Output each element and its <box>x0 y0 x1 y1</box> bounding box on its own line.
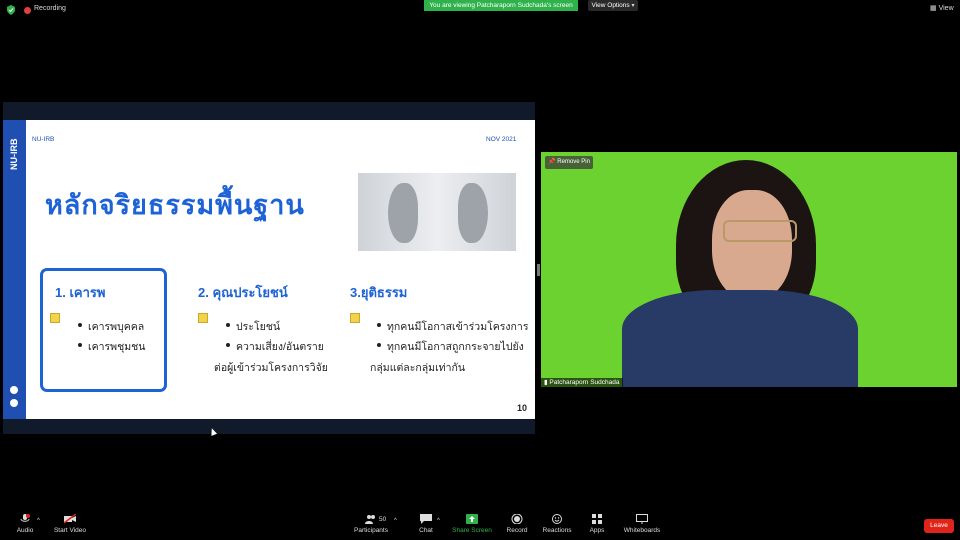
remove-pin-button[interactable]: 📌 Remove Pin <box>545 156 593 169</box>
view-options-button[interactable]: View Options ▾ <box>588 0 638 11</box>
slide-dot <box>10 399 18 407</box>
whiteboards-button[interactable]: Whiteboards <box>617 514 667 534</box>
view-button[interactable]: ▦ View <box>930 4 954 12</box>
list-item: ต่อผู้เข้าร่วมโครงการวิจัย <box>214 362 328 374</box>
share-screen-icon <box>466 514 478 524</box>
note-icon <box>198 313 208 323</box>
chat-icon <box>420 514 432 524</box>
column-heading: 3.ยุติธรรม <box>350 285 408 300</box>
remove-pin-label: Remove Pin <box>557 159 590 165</box>
slide-header-right: NOV 2021 <box>486 136 517 143</box>
view-options-label: View Options <box>591 2 630 9</box>
bullet-dot <box>78 323 82 327</box>
chat-chevron-icon[interactable]: ^ <box>437 518 440 524</box>
list-item: เคารพบุคคล <box>88 321 145 333</box>
list-item: ความเสี่ยง/อันตราย <box>236 341 324 353</box>
audio-button[interactable]: Audio <box>0 514 50 534</box>
record-icon <box>511 514 523 524</box>
page-number: 10 <box>517 403 528 413</box>
apps-label: Apps <box>589 527 605 534</box>
list-item: ประโยชน์ <box>236 321 281 333</box>
reactions-label: Reactions <box>542 527 572 534</box>
list-item: ทุกคนมีโอกาสเข้าร่วมโครงการ <box>387 321 529 333</box>
share-screen-button[interactable]: Share Screen <box>447 514 497 534</box>
reactions-icon <box>552 514 562 524</box>
chat-button[interactable]: Chat <box>401 514 451 534</box>
bullet-dot <box>377 343 381 347</box>
chat-label: Chat <box>419 527 433 534</box>
column-heading: 1. เคารพ <box>55 285 106 300</box>
pin-icon: 📌 <box>548 159 556 165</box>
list-item: กลุ่มแต่ละกลุ่มเท่ากัน <box>370 362 466 374</box>
whiteboard-icon <box>636 514 648 524</box>
participant-body <box>622 290 858 387</box>
face-left-image <box>388 183 418 243</box>
participant-name: Patcharaporn Sudchada <box>549 379 620 386</box>
microphone-muted-icon <box>20 514 30 522</box>
participants-icon <box>365 515 375 524</box>
slide-sidebar-text: NU-IRB <box>9 138 19 171</box>
split-handle[interactable] <box>537 264 540 276</box>
slide-header-left: NU-IRB <box>32 136 55 143</box>
slide-title: หลักจริยธรรมพื้นฐาน <box>45 190 305 220</box>
recording-icon <box>24 7 31 14</box>
apps-button[interactable]: Apps <box>572 514 622 534</box>
start-video-button[interactable]: Start Video <box>45 514 95 534</box>
slide-dot <box>10 386 18 394</box>
list-item: เคารพชุมชน <box>88 341 146 353</box>
shield-icon[interactable] <box>6 5 16 15</box>
view-label: View <box>938 5 954 12</box>
note-icon <box>50 313 60 323</box>
share-screen-label: Share Screen <box>452 527 492 534</box>
viewing-banner: You are viewing Patcharaporn Sudchada's … <box>424 0 578 11</box>
grid-icon: ▦ <box>930 5 937 12</box>
participants-chevron-icon[interactable]: ^ <box>394 518 397 524</box>
participant-face <box>712 190 792 300</box>
video-off-icon <box>64 514 76 524</box>
bullet-dot <box>226 343 230 347</box>
chevron-down-icon: ▾ <box>631 3 635 9</box>
recording-label: Recording <box>34 5 66 12</box>
list-item: ทุกคนมีโอกาสถูกกระจายไปยัง <box>387 341 524 353</box>
record-label: Record <box>506 527 528 534</box>
signal-icon: ▮ <box>544 379 548 386</box>
slide-faces-image <box>358 173 516 251</box>
audio-options-chevron-icon[interactable]: ^ <box>37 518 40 524</box>
bullet-dot <box>78 343 82 347</box>
note-icon <box>350 313 360 323</box>
participants-button[interactable]: Participants <box>346 514 396 534</box>
whiteboards-label: Whiteboards <box>623 527 661 534</box>
bullet-dot <box>377 323 381 327</box>
leave-button[interactable]: Leave <box>924 519 954 533</box>
apps-icon <box>592 514 602 524</box>
face-right-image <box>458 183 488 243</box>
bullet-dot <box>226 323 230 327</box>
participant-name-tag: ▮ Patcharaporn Sudchada <box>541 378 623 387</box>
participants-label: Participants <box>354 527 388 534</box>
start-video-label: Start Video <box>53 527 87 534</box>
participant-glasses <box>723 220 797 242</box>
column-heading: 2. คุณประโยชน์ <box>198 285 288 300</box>
audio-label: Audio <box>16 527 34 534</box>
participants-count: 50 <box>379 516 387 523</box>
